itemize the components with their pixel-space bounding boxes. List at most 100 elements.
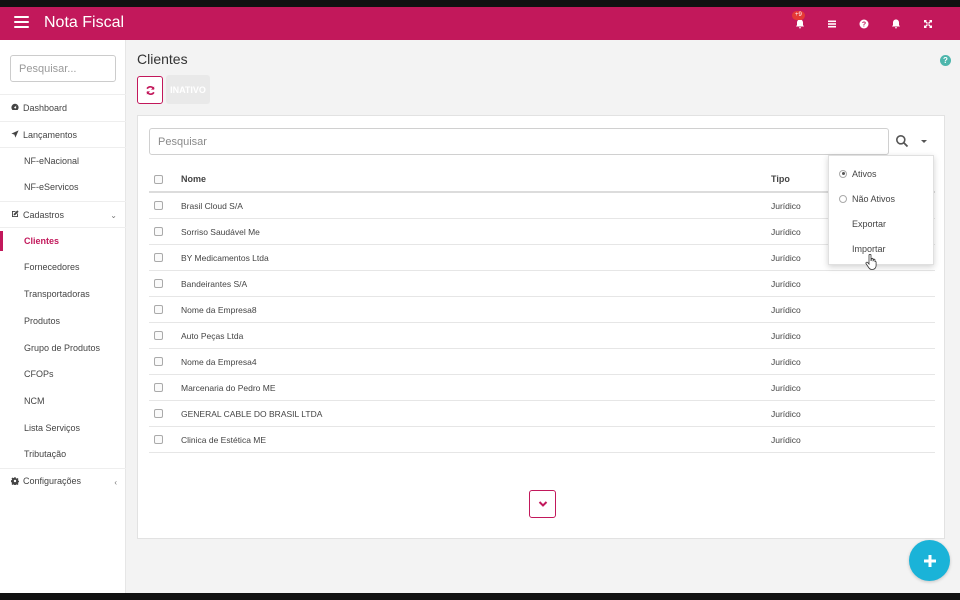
table-row[interactable]: Bandeirantes S/A Jurídico (149, 271, 935, 297)
menu-icon[interactable] (14, 16, 29, 30)
row-checkbox[interactable] (154, 409, 163, 418)
sidebar-nav: Dashboard Lançamentos NF-eNacional NF-eS… (0, 94, 126, 494)
app-window: Nota Fiscal +9 ? Dashboa (0, 7, 960, 593)
load-more-button[interactable] (529, 490, 556, 518)
clients-table: Nome Tipo Brasil Cloud S/A Jurídico Sorr… (149, 167, 935, 453)
radio-ativos[interactable] (839, 169, 847, 178)
help-icon[interactable]: ? (940, 55, 951, 66)
table-row[interactable]: Nome da Empresa4 Jurídico (149, 349, 935, 375)
dropdown-item-label: Ativos (852, 168, 877, 179)
sidebar-item-label: Fornecedores (24, 262, 80, 273)
cell-tipo: Jurídico (771, 330, 801, 341)
list-icon (828, 20, 836, 27)
row-checkbox[interactable] (154, 279, 163, 288)
cell-tipo: Jurídico (771, 382, 801, 393)
plus-icon (923, 554, 936, 567)
sidebar-item-configuracoes[interactable]: Configurações ‹ (0, 467, 126, 495)
sidebar-item-label: Dashboard (23, 102, 68, 113)
sidebar-item-label: Tributação (24, 449, 67, 460)
chevron-down-icon (538, 501, 547, 507)
cell-tipo: Jurídico (771, 356, 801, 367)
table-row[interactable]: Auto Peças Ltda Jurídico (149, 323, 935, 349)
sidebar-item-label: NF-eServicos (24, 182, 79, 193)
help-button[interactable]: ? (848, 7, 880, 40)
sidebar-item-grupo-produtos[interactable]: Grupo de Produtos (0, 334, 126, 361)
paper-plane-icon (11, 130, 20, 139)
dropdown-item-ativos[interactable]: Ativos (829, 161, 933, 186)
dropdown-item-nao-ativos[interactable]: Não Ativos (829, 186, 933, 211)
sidebar-item-label: NF-eNacional (24, 156, 80, 167)
page-title: Clientes (137, 51, 188, 67)
gear-icon (11, 477, 20, 486)
sidebar-search-input[interactable] (10, 55, 116, 82)
sidebar-item-nfe-servicos[interactable]: NF-eServicos (0, 174, 126, 201)
cell-nome: Clinica de Estética ME (181, 434, 267, 445)
column-header-nome[interactable]: Nome (181, 174, 206, 184)
sidebar-item-label: Configurações (23, 476, 82, 487)
sidebar-item-label: Lista Serviços (24, 422, 81, 433)
table-row[interactable]: Clinica de Estética ME Jurídico (149, 427, 935, 453)
sidebar-item-label: Transportadoras (24, 289, 90, 300)
top-actions: +9 ? (784, 7, 944, 40)
cell-nome: GENERAL CABLE DO BRASIL LTDA (181, 408, 323, 419)
top-bar: Nota Fiscal +9 ? (0, 7, 960, 40)
caret-down-icon[interactable] (921, 140, 927, 143)
fullscreen-button[interactable] (912, 7, 944, 40)
dropdown-item-label: Importar (852, 243, 886, 254)
sidebar-item-cfops[interactable]: CFOPs (0, 361, 126, 388)
cell-tipo: Jurídico (771, 200, 801, 211)
sidebar-item-label: Cadastros (23, 209, 65, 220)
list-button[interactable] (816, 7, 848, 40)
row-checkbox[interactable] (154, 331, 163, 340)
sidebar-item-dashboard[interactable]: Dashboard (0, 94, 126, 121)
sidebar-item-cadastros[interactable]: Cadastros ⌄ (0, 200, 126, 228)
hand-cursor-icon (865, 254, 877, 270)
bell-icon (796, 19, 804, 28)
row-checkbox[interactable] (154, 227, 163, 236)
notifications-button[interactable]: +9 (784, 7, 816, 40)
question-icon: ? (859, 19, 869, 28)
sidebar-item-nfe-nacional[interactable]: NF-eNacional (0, 147, 126, 174)
table-row[interactable]: Nome da Empresa8 Jurídico (149, 297, 935, 323)
cell-tipo: Jurídico (771, 408, 801, 419)
search-icon[interactable] (895, 134, 909, 148)
options-dropdown: Ativos Não Ativos Exportar Importar (828, 155, 934, 265)
row-checkbox[interactable] (154, 435, 163, 444)
row-checkbox[interactable] (154, 357, 163, 366)
sidebar-item-fornecedores[interactable]: Fornecedores (0, 254, 126, 281)
sidebar-item-label: Grupo de Produtos (24, 342, 101, 353)
sidebar-item-clientes[interactable]: Clientes (0, 227, 126, 254)
dropdown-item-exportar[interactable]: Exportar (829, 211, 933, 236)
row-checkbox[interactable] (154, 305, 163, 314)
add-button[interactable] (909, 540, 950, 581)
table-row[interactable]: Brasil Cloud S/A Jurídico (149, 193, 935, 219)
table-row[interactable]: Marcenaria do Pedro ME Jurídico (149, 375, 935, 401)
sidebar-item-label: NCM (24, 395, 45, 406)
sidebar-item-tributacao[interactable]: Tributação (0, 441, 126, 468)
cell-nome: Nome da Empresa4 (181, 356, 257, 367)
refresh-button[interactable] (137, 76, 163, 104)
radio-nao-ativos[interactable] (839, 194, 847, 203)
sidebar: Dashboard Lançamentos NF-eNacional NF-eS… (0, 40, 126, 593)
column-header-tipo[interactable]: Tipo (771, 174, 790, 184)
sidebar-item-lancamentos[interactable]: Lançamentos (0, 120, 126, 148)
sidebar-item-label: Lançamentos (23, 129, 78, 140)
cell-nome: Bandeirantes S/A (181, 278, 248, 289)
sidebar-item-transportadoras[interactable]: Transportadoras (0, 281, 126, 308)
cell-tipo: Jurídico (771, 252, 801, 263)
inativo-button[interactable]: INATIVO (166, 75, 210, 104)
select-all-checkbox[interactable] (154, 174, 163, 184)
sidebar-item-ncm[interactable]: NCM (0, 388, 126, 415)
table-row[interactable]: BY Medicamentos Ltda Jurídico (149, 245, 935, 271)
alerts-button[interactable] (880, 7, 912, 40)
row-checkbox[interactable] (154, 253, 163, 262)
table-row[interactable]: GENERAL CABLE DO BRASIL LTDA Jurídico (149, 401, 935, 427)
sidebar-item-lista-servicos[interactable]: Lista Serviços (0, 414, 126, 441)
bell-icon (892, 19, 900, 28)
row-checkbox[interactable] (154, 201, 163, 210)
dropdown-item-importar[interactable]: Importar (829, 236, 933, 261)
table-row[interactable]: Sorriso Saudável Me Jurídico (149, 219, 935, 245)
search-input[interactable] (149, 128, 889, 155)
row-checkbox[interactable] (154, 383, 163, 392)
sidebar-item-produtos[interactable]: Produtos (0, 308, 126, 335)
